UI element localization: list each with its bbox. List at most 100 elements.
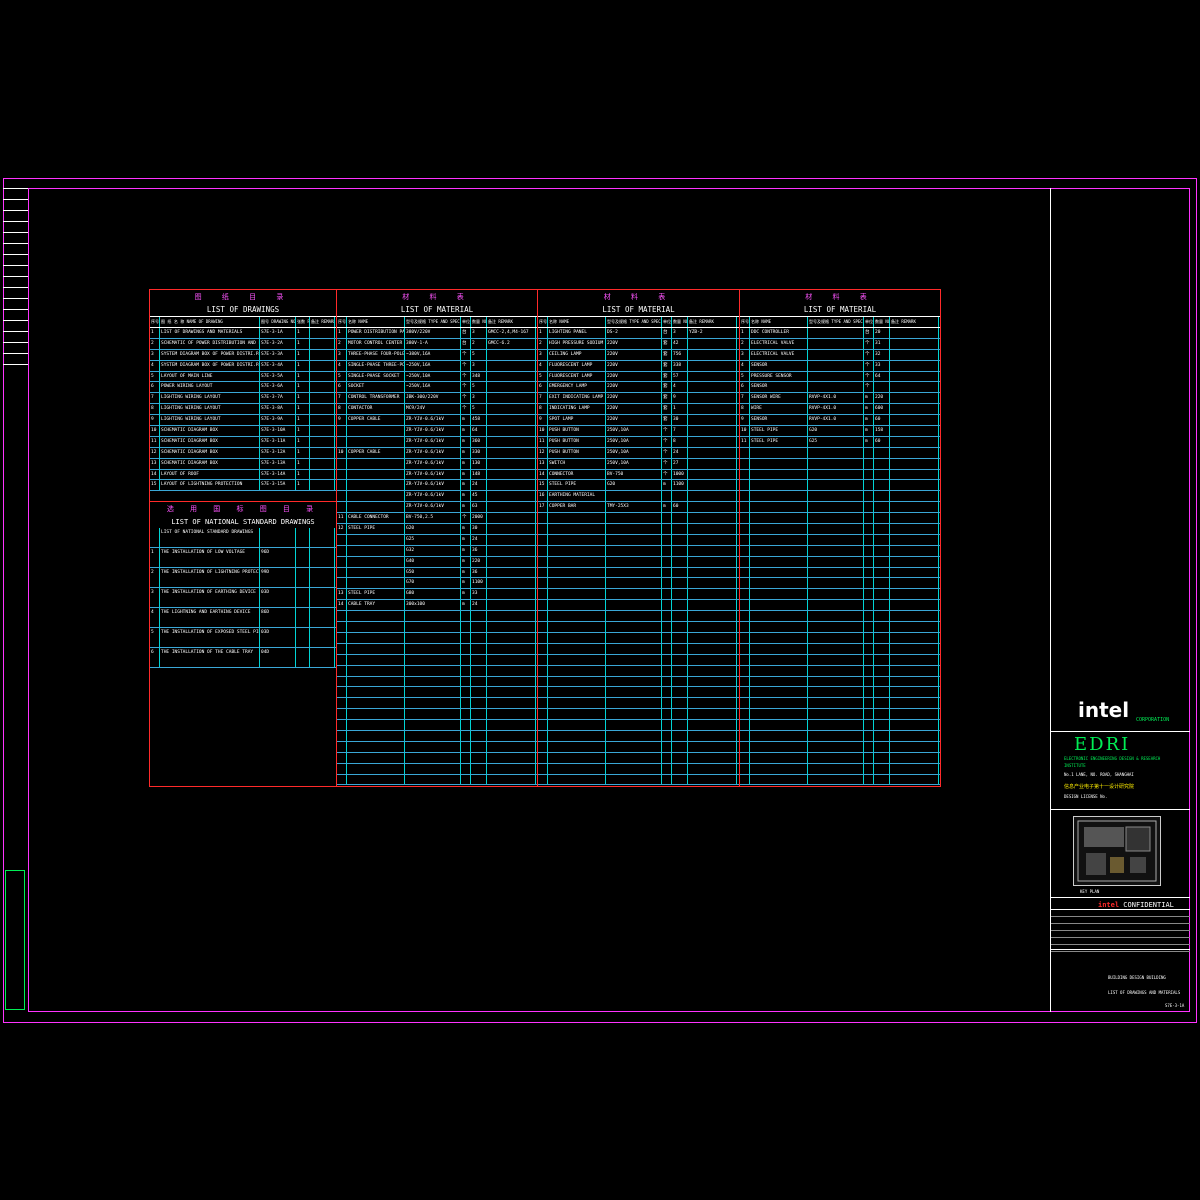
material-row-cell (548, 643, 606, 654)
material-row-cell (740, 676, 750, 687)
material-header-row-3: 序号 NO.名称 NAME型号及规格 TYPE AND SPECIFICATIO… (740, 316, 940, 328)
material-row-cell: 30 (672, 415, 688, 426)
material-row-cell (405, 720, 461, 730)
material-row-cell (750, 774, 808, 785)
strip-row (3, 332, 28, 343)
material-row (740, 578, 940, 590)
material-row-cell (662, 611, 672, 622)
material-row-cell: EMERGENCY LAMP (548, 382, 606, 393)
material-row-cell (347, 687, 405, 698)
material-row-cell: SENSOR (750, 415, 808, 426)
material-row-cell (672, 600, 688, 611)
material-row-cell: 4 (672, 382, 688, 393)
drawing-row-cell: LAYOUT OF ROOF (160, 469, 260, 480)
material-row-cell (874, 545, 890, 556)
material-row-cell (808, 545, 864, 556)
material-row (740, 687, 940, 699)
material-row-cell: 套 (662, 404, 672, 415)
material-row: 9 SENSOR RVVP-4X1.0 m 60 (740, 415, 940, 427)
material-row (538, 545, 739, 557)
material-row: 10 STEEL PIPE G20 m 158 (740, 426, 940, 437)
material-row (538, 589, 739, 601)
material-row-cell (688, 349, 737, 360)
material-row-cell: G80 (405, 589, 461, 600)
material-row (740, 502, 940, 514)
material-row-cell: m (461, 502, 471, 513)
national-row-cell: THE LIGHTNING AND EARTHING DEVICE (160, 608, 260, 628)
material-row-cell (750, 622, 808, 632)
material-row-cell: m (461, 447, 471, 458)
material-row-cell: 220V (606, 393, 662, 404)
material-row-cell: m (461, 524, 471, 534)
material-row-cell (688, 534, 737, 545)
material-row-cell (864, 741, 874, 752)
material-row-cell: m (864, 404, 874, 415)
material-row-cell (606, 534, 662, 545)
material-row-cell (688, 741, 737, 752)
material-row-cell: ZR-YJV-0.6/1kV (405, 480, 461, 491)
material-row: 5 FLUORESCENT LAMP 220V 套 57 (538, 371, 739, 383)
material-row-cell (347, 730, 405, 741)
material-row-cell (548, 720, 606, 730)
material-row-cell (874, 752, 890, 763)
material-row-cell (606, 654, 662, 665)
drawing-row-cell (310, 338, 335, 349)
material-row-cell (688, 578, 737, 589)
material-row-cell: 220 (471, 556, 487, 567)
material-row-cell: 6 (337, 382, 347, 393)
material-row-cell (487, 676, 536, 687)
material-row-cell: 60 (672, 502, 688, 513)
material-row-cell: 个 (461, 371, 471, 382)
material-row-cell (740, 502, 750, 513)
material-row-cell (890, 469, 939, 480)
material-row-cell: GMCC-2,4,M4-167 (487, 328, 536, 338)
material-row: 10 COPPER CABLE ZR-YJV-0.6/1kV m 330 (337, 447, 537, 459)
strip-row (3, 211, 28, 222)
material-row-cell: 32 (874, 349, 890, 360)
material-row-cell (337, 774, 347, 785)
material-row-cell: 14 (538, 469, 548, 480)
material-row-cell: 380V-1-A (405, 338, 461, 349)
material-row-cell (405, 632, 461, 643)
national-row-cell: 2 (150, 568, 160, 588)
material-row-cell: 个 (662, 436, 672, 447)
material-row-cell: 130 (471, 458, 487, 469)
drawing-row-cell: 9 (150, 415, 160, 426)
material-row-cell: 7 (337, 393, 347, 404)
material-row-cell (337, 730, 347, 741)
drawing-row-cell: S7E-3-7A (260, 393, 296, 404)
material-row-cell: m (461, 436, 471, 447)
material-row-cell: 个 (662, 458, 672, 469)
material-header-row-1: 序号 NO.名称 NAME型号及规格 TYPE AND SPECIFICATIO… (337, 316, 537, 328)
drawing-row-cell (310, 447, 335, 458)
material-row-cell (538, 545, 548, 556)
material-row (337, 741, 537, 753)
material-row-cell (538, 578, 548, 589)
material-row-cell (538, 589, 548, 600)
material-row-cell (662, 774, 672, 785)
drawing-row-cell: S7E-3-6A (260, 382, 296, 393)
material-row-cell (740, 545, 750, 556)
national-row-cell: 6 (150, 648, 160, 668)
material-row-cell (740, 578, 750, 589)
material-row-cell (538, 643, 548, 654)
material-row-cell: 个 (461, 513, 471, 524)
header-cell: 名称 NAME (750, 317, 808, 327)
material-row-cell (337, 643, 347, 654)
material-row (740, 545, 940, 557)
national-row: 2 THE INSTALLATION OF LIGHTNING PROTECTIO… (150, 568, 336, 589)
material-row-cell: 13 (337, 589, 347, 600)
drawing-row-cell: 11 (150, 436, 160, 447)
material-row: 2HIGH PRESSURE SODIUM LAMP220V套42 (538, 338, 739, 350)
material-row-cell (337, 622, 347, 632)
drawing-row-cell: 2 (150, 338, 160, 349)
material-row (337, 654, 537, 666)
material-row-cell (548, 654, 606, 665)
material-row-cell: 27 (672, 458, 688, 469)
material-row-cell (808, 578, 864, 589)
material-row-cell (461, 774, 471, 785)
drawing-row: 13 SCHEMATIC DIAGRAM BOX S7E-3-13A 1 (150, 458, 336, 470)
material-row (740, 534, 940, 546)
material-row-cell: SENSOR (750, 382, 808, 393)
material-row-cell (874, 654, 890, 665)
